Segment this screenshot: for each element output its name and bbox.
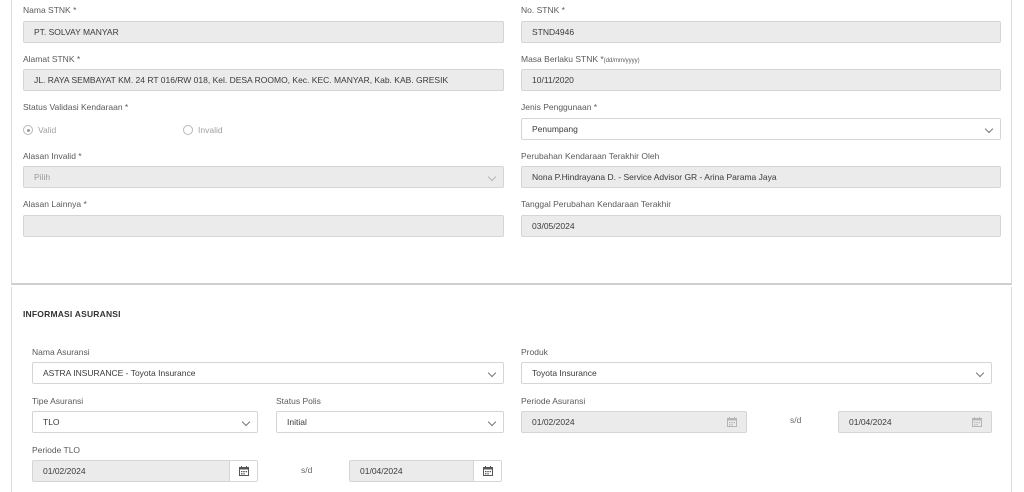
radio-invalid-indicator — [183, 125, 193, 135]
masa-berlaku-field[interactable]: 10/11/2020 — [521, 69, 1001, 91]
periode-tlo-separator: s/d — [301, 465, 313, 475]
alamat-stnk-field[interactable]: JL. RAYA SEMBAYAT KM. 24 RT 016/RW 018, … — [23, 69, 504, 91]
chevron-down-icon — [984, 124, 994, 134]
radio-valid-indicator — [23, 125, 33, 135]
nama-asuransi-label: Nama Asuransi — [32, 347, 90, 357]
no-stnk-field[interactable]: STND4946 — [521, 21, 1001, 43]
nama-stnk-field[interactable]: PT. SOLVAY MANYAR — [23, 21, 504, 43]
jenis-penggunaan-select[interactable]: Penumpang — [521, 118, 1001, 140]
status-polis-label: Status Polis — [276, 396, 321, 406]
alasan-lainnya-label: Alasan Lainnya * — [23, 199, 87, 209]
chevron-down-icon — [487, 172, 497, 182]
alasan-lainnya-field[interactable] — [23, 215, 504, 237]
calendar-icon[interactable] — [718, 412, 746, 432]
radio-valid-label: Valid — [38, 125, 57, 135]
status-polis-select[interactable]: Initial — [276, 411, 504, 433]
tanggal-perubahan-label: Tanggal Perubahan Kendaraan Terakhir — [521, 199, 672, 209]
masa-berlaku-label: Masa Berlaku STNK *(dd/mm/yyyy) — [521, 54, 640, 64]
periode-tlo-label: Periode TLO — [32, 445, 81, 455]
chevron-down-icon — [241, 417, 251, 427]
calendar-icon[interactable] — [963, 412, 991, 432]
chevron-down-icon — [975, 368, 985, 378]
no-stnk-label: No. STNK * — [521, 5, 565, 15]
tipe-asuransi-select[interactable]: TLO — [32, 411, 258, 433]
perubahan-kendaraan-label: Perubahan Kendaraan Terakhir Oleh — [521, 151, 660, 161]
date-format-hint: (dd/mm/yyyy) — [603, 58, 640, 64]
perubahan-kendaraan-field[interactable]: Nona P.Hindrayana D. - Service Advisor G… — [521, 166, 1001, 188]
radio-invalid[interactable]: Invalid — [183, 125, 223, 135]
produk-label: Produk — [521, 347, 548, 357]
calendar-icon[interactable] — [473, 461, 501, 481]
section-title-asuransi: INFORMASI ASURANSI — [23, 309, 121, 319]
radio-invalid-label: Invalid — [198, 125, 223, 135]
periode-asuransi-end-field[interactable]: 01/04/2024 — [838, 411, 992, 433]
periode-asuransi-separator: s/d — [790, 415, 802, 425]
periode-tlo-start-field[interactable]: 01/02/2024 — [32, 460, 258, 482]
chevron-down-icon — [487, 417, 497, 427]
calendar-icon[interactable] — [229, 461, 257, 481]
nama-stnk-label: Nama STNK * — [23, 5, 77, 15]
alamat-stnk-label: Alamat STNK * — [23, 54, 81, 64]
tanggal-perubahan-field[interactable]: 03/05/2024 — [521, 215, 1001, 237]
produk-select[interactable]: Toyota Insurance — [521, 362, 992, 384]
alasan-invalid-label: Alasan Invalid * — [23, 151, 82, 161]
periode-tlo-end-field[interactable]: 01/04/2024 — [349, 460, 502, 482]
nama-asuransi-select[interactable]: ASTRA INSURANCE - Toyota Insurance — [32, 362, 504, 384]
alasan-invalid-select[interactable]: Pilih — [23, 166, 504, 188]
jenis-penggunaan-label: Jenis Penggunaan * — [521, 102, 598, 112]
status-validasi-label: Status Validasi Kendaraan * — [23, 102, 129, 112]
periode-asuransi-start-field[interactable]: 01/02/2024 — [521, 411, 747, 433]
chevron-down-icon — [487, 368, 497, 378]
radio-valid[interactable]: Valid — [23, 125, 56, 135]
periode-asuransi-label: Periode Asuransi — [521, 396, 586, 406]
tipe-asuransi-label: Tipe Asuransi — [32, 396, 84, 406]
